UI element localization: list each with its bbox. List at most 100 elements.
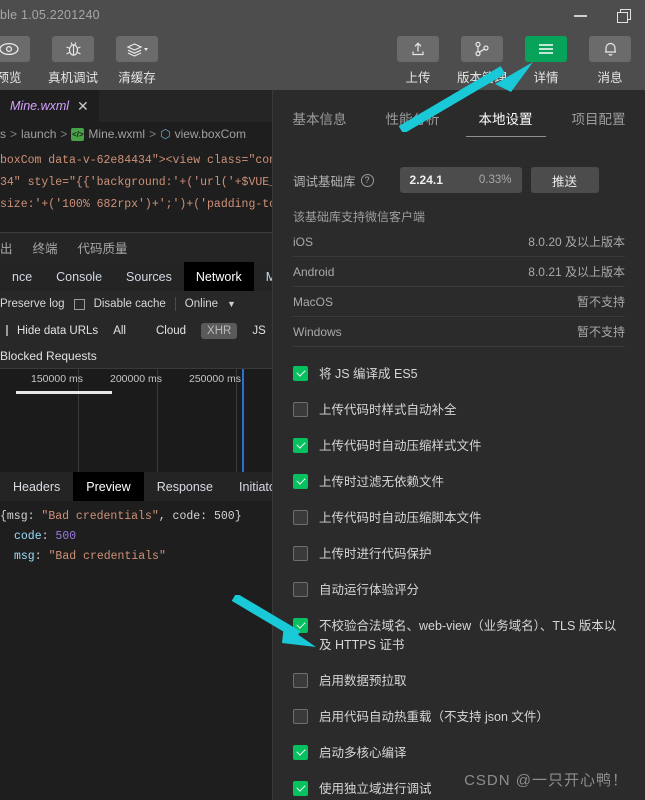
- preview-row-msg-value: "Bad credentials": [48, 550, 166, 563]
- toolbar-clearcache-button[interactable]: 清缓存: [110, 36, 164, 86]
- option-row-auto-experience-score[interactable]: 自动运行体验评分: [293, 581, 625, 600]
- preview-summary-mid: , code:: [158, 510, 214, 523]
- platform-name-macos: MacOS: [293, 294, 334, 309]
- option-checkbox-style-autocomplete[interactable]: [293, 402, 308, 417]
- tab-performance-analysis[interactable]: 性能分析: [366, 90, 459, 146]
- branch-icon: [475, 41, 489, 57]
- upload-button-box: [397, 36, 439, 62]
- timeline-marker: [242, 369, 244, 472]
- toolbar-realdevice-button[interactable]: 真机调试: [46, 36, 100, 86]
- option-checkbox-code-protect[interactable]: [293, 546, 308, 561]
- preview-button-box: [0, 36, 30, 62]
- toolbar-preview-button[interactable]: 预览: [0, 36, 36, 86]
- toolbar-message-label: 消息: [597, 71, 623, 85]
- option-checkbox-es5[interactable]: [293, 366, 308, 381]
- option-row-style-autocomplete[interactable]: 上传代码时样式自动补全: [293, 401, 625, 420]
- breadcrumb-sep: >: [10, 127, 18, 141]
- panel-tab-codequality[interactable]: 代码质量: [78, 238, 128, 257]
- tab-response[interactable]: Response: [144, 472, 226, 501]
- toolbar-details-button[interactable]: 详情: [519, 36, 573, 86]
- filter-chip-js[interactable]: JS: [246, 323, 271, 339]
- toolbar-message-button[interactable]: 消息: [583, 36, 637, 86]
- request-detail-tabs: Headers Preview Response Initiator: [0, 472, 272, 501]
- version-button-box: [461, 36, 503, 62]
- option-row-data-prefetch[interactable]: 启用数据预拉取: [293, 672, 625, 691]
- option-row-filter-unused[interactable]: 上传时过滤无依赖文件: [293, 473, 625, 492]
- preview-summary-prefix: {msg:: [0, 510, 42, 523]
- option-checkbox-independent-domain[interactable]: [293, 781, 308, 796]
- option-row-es5[interactable]: 将 JS 编译成 ES5: [293, 365, 625, 384]
- option-row-minify-script[interactable]: 上传代码时自动压缩脚本文件: [293, 509, 625, 528]
- tab-console[interactable]: Console: [44, 262, 114, 291]
- tab-basic-info[interactable]: 基本信息: [273, 90, 366, 146]
- toolbar-version-button[interactable]: 版本管理: [455, 36, 509, 86]
- timeline-label-1: 200000 ms: [110, 373, 162, 385]
- option-row-multicore-compile[interactable]: 启动多核心编译: [293, 744, 625, 763]
- tab-initiator[interactable]: Initiator: [226, 472, 272, 501]
- message-button-box: [589, 36, 631, 62]
- option-checkbox-skip-domain-check[interactable]: [293, 618, 308, 633]
- tab-preview[interactable]: Preview: [73, 472, 144, 501]
- breadcrumb-item-2[interactable]: Mine.wxml: [88, 127, 145, 141]
- preview-summary-suffix: }: [234, 510, 242, 523]
- minimize-button[interactable]: [569, 5, 591, 27]
- tab-project-config[interactable]: 项目配置: [552, 90, 645, 146]
- breadcrumb-item-1[interactable]: launch: [21, 127, 56, 141]
- local-settings-options: 将 JS 编译成 ES5 上传代码时样式自动补全 上传代码时自动压缩样式文件 上…: [273, 347, 645, 800]
- option-checkbox-minify-style[interactable]: [293, 438, 308, 453]
- toolbar-preview-label: 预览: [0, 71, 22, 85]
- option-checkbox-hot-reload[interactable]: [293, 709, 308, 724]
- editor-tab-mine-wxml[interactable]: Mine.wxml ✕: [0, 90, 99, 122]
- tab-network[interactable]: Network: [183, 262, 254, 291]
- debug-library-select[interactable]: 2.24.1 0.33%: [399, 167, 522, 193]
- panel-tab-output[interactable]: 出: [0, 238, 13, 257]
- option-checkbox-data-prefetch[interactable]: [293, 673, 308, 688]
- app-window: ble 1.05.2201240 预览 真机调试 清缓存 上传 版本管理 详情 …: [0, 0, 645, 800]
- filter-chip-cloud[interactable]: Cloud: [150, 323, 192, 339]
- hide-data-urls-label[interactable]: Hide data URLs: [17, 325, 98, 337]
- panel-tab-terminal[interactable]: 终端: [33, 238, 58, 257]
- preserve-log-label[interactable]: Preserve log: [0, 298, 65, 310]
- network-controls-bar: Preserve log Disable cache Online ▼: [0, 291, 272, 317]
- breadcrumb: s > launch > </> Mine.wxml > ⬡ view.boxC…: [0, 122, 272, 146]
- option-row-skip-domain-check[interactable]: 不校验合法域名、web-view（业务域名）、TLS 版本以及 HTTPS 证书: [293, 617, 625, 655]
- option-checkbox-filter-unused[interactable]: [293, 474, 308, 489]
- breadcrumb-item-0[interactable]: s: [0, 127, 6, 141]
- restore-button[interactable]: [613, 5, 635, 27]
- chevron-down-icon[interactable]: ▼: [227, 299, 236, 309]
- blocked-requests-label[interactable]: Blocked Requests: [0, 344, 272, 368]
- breadcrumb-item-3[interactable]: view.boxCom: [175, 127, 246, 141]
- toolbar-upload-button[interactable]: 上传: [391, 36, 445, 86]
- debug-library-percent: 0.33%: [478, 174, 512, 186]
- tab-sources[interactable]: Sources: [114, 262, 184, 291]
- tab-local-settings[interactable]: 本地设置: [459, 90, 552, 146]
- debug-library-label-group: 调试基础库 ?: [293, 171, 374, 190]
- disable-cache-checkbox[interactable]: [73, 298, 85, 310]
- filter-chip-xhr[interactable]: XHR: [201, 322, 238, 339]
- tab-performance[interactable]: nce: [0, 262, 44, 291]
- close-icon[interactable]: ✕: [77, 98, 89, 115]
- menu-icon: [539, 44, 553, 54]
- tab-memory[interactable]: Mem: [254, 262, 272, 291]
- option-checkbox-auto-experience-score[interactable]: [293, 582, 308, 597]
- help-icon[interactable]: ?: [360, 173, 374, 187]
- filter-chip-all[interactable]: All: [107, 323, 132, 339]
- preview-row-msg: msg: "Bad credentials": [14, 550, 166, 563]
- platform-row-android: Android 8.0.21 及以上版本: [293, 257, 625, 287]
- option-row-code-protect[interactable]: 上传时进行代码保护: [293, 545, 625, 564]
- option-checkbox-minify-script[interactable]: [293, 510, 308, 525]
- option-row-hot-reload[interactable]: 启用代码自动热重载（不支持 json 文件）: [293, 708, 625, 727]
- push-button[interactable]: 推送: [530, 167, 599, 193]
- hide-data-urls-checkbox[interactable]: [6, 325, 8, 336]
- option-row-minify-style[interactable]: 上传代码时自动压缩样式文件: [293, 437, 625, 456]
- option-label-skip-domain-check: 不校验合法域名、web-view（业务域名）、TLS 版本以及 HTTPS 证书: [319, 619, 617, 652]
- tab-headers[interactable]: Headers: [0, 472, 73, 501]
- network-timeline[interactable]: 150000 ms 200000 ms 250000 ms: [0, 368, 272, 472]
- code-editor[interactable]: boxCom data-v-62e84434"><view class="con…: [0, 146, 272, 232]
- option-checkbox-multicore-compile[interactable]: [293, 745, 308, 760]
- code-line-0: boxCom data-v-62e84434"><view class="con…: [0, 154, 272, 167]
- throttle-select[interactable]: Online: [185, 298, 218, 310]
- disable-cache-label[interactable]: Disable cache: [94, 298, 166, 310]
- eye-icon: [0, 42, 19, 56]
- layers-icon: [126, 42, 148, 57]
